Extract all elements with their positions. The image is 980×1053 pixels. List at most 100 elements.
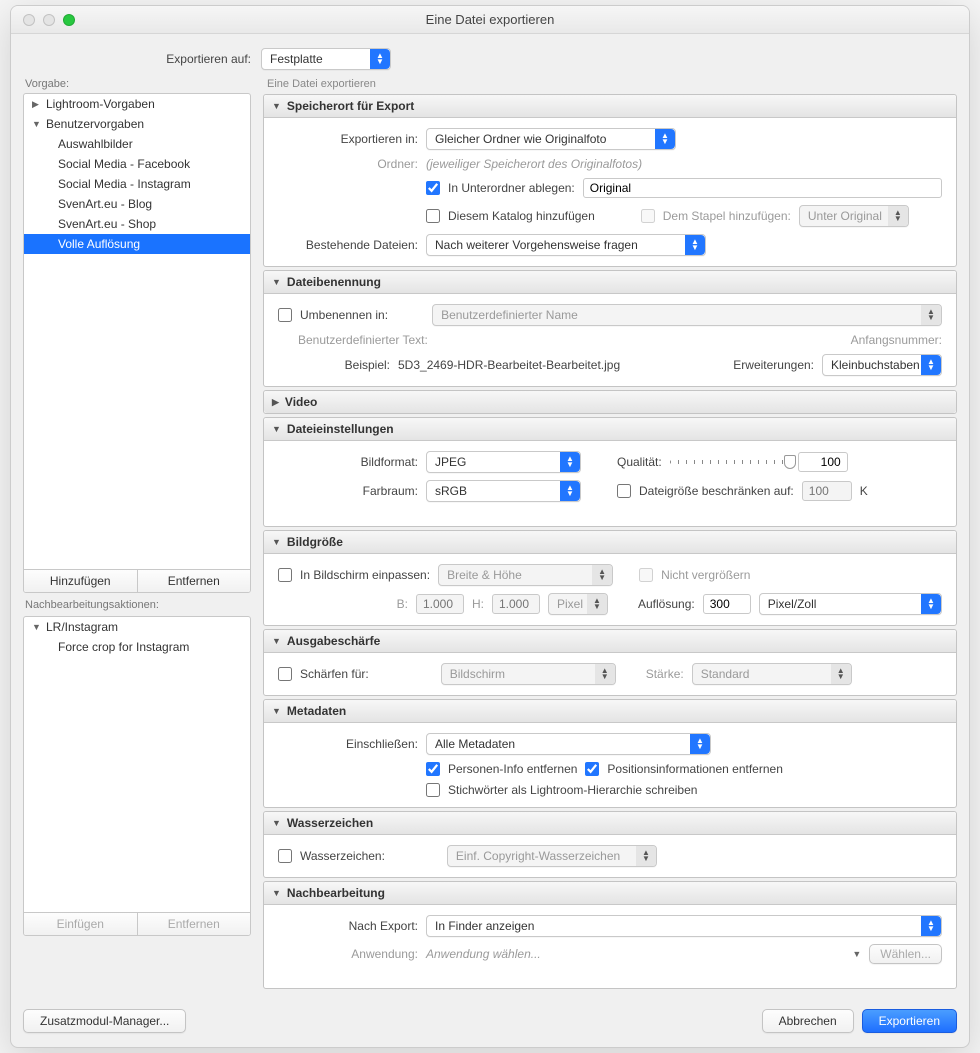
disclosure-down-icon: ▼ — [32, 622, 42, 632]
remove-location-label: Positionsinformationen entfernen — [607, 762, 782, 776]
subfolder-input[interactable] — [583, 178, 942, 198]
folder-hint: (jeweiliger Speicherort des Originalfoto… — [426, 157, 642, 171]
post-action-group[interactable]: ▼LR/Instagram — [24, 617, 250, 637]
preset-item[interactable]: Auswahlbilder — [24, 134, 250, 154]
include-select[interactable]: Alle Metadaten ▲▼ — [426, 733, 711, 755]
post-action-remove-button: Entfernen — [138, 913, 251, 935]
section-header-export-location[interactable]: ▼ Speicherort für Export — [264, 95, 956, 118]
section-output-sharpening: ▼ Ausgabeschärfe Schärfen für: Bildschir… — [263, 629, 957, 696]
rename-label: Umbenennen in: — [300, 308, 388, 322]
resolution-input[interactable] — [703, 594, 751, 614]
custom-text-label: Benutzerdefinierter Text: — [298, 333, 428, 347]
preset-item[interactable]: SvenArt.eu - Shop — [24, 214, 250, 234]
export-to-value: Festplatte — [270, 52, 323, 66]
sharpen-for-select: Bildschirm ▲▼ — [441, 663, 616, 685]
post-actions-listbox[interactable]: ▼LR/Instagram Force crop for Instagram E… — [23, 616, 251, 936]
export-in-label: Exportieren in: — [278, 132, 418, 146]
dropdown-arrows-icon: ▲▼ — [560, 452, 580, 472]
preset-item[interactable]: SvenArt.eu - Blog — [24, 194, 250, 214]
sharpen-amount-select: Standard ▲▼ — [692, 663, 852, 685]
height-input — [492, 594, 540, 614]
section-header-metadata[interactable]: ▼ Metadaten — [264, 700, 956, 723]
keyword-hierarchy-checkbox[interactable] — [426, 783, 440, 797]
post-actions-label: Nachbearbeitungsaktionen: — [25, 599, 251, 611]
folder-label: Ordner: — [278, 157, 418, 171]
cancel-button[interactable]: Abbrechen — [762, 1009, 854, 1033]
export-to-select[interactable]: Festplatte ▲▼ — [261, 48, 391, 70]
disclosure-right-icon: ▶ — [272, 397, 279, 408]
subfolder-checkbox[interactable] — [426, 181, 440, 195]
sharpen-amount-label: Stärke: — [646, 667, 684, 681]
export-in-select[interactable]: Gleicher Ordner wie Originalfoto ▲▼ — [426, 128, 676, 150]
disclosure-right-icon: ▶ — [32, 99, 42, 110]
format-select[interactable]: JPEG ▲▼ — [426, 451, 581, 473]
post-action-item[interactable]: Force crop for Instagram — [24, 637, 250, 657]
disclosure-down-icon: ▼ — [272, 101, 281, 111]
preset-remove-button[interactable]: Entfernen — [138, 570, 251, 592]
section-header-image-sizing[interactable]: ▼ Bildgröße — [264, 531, 956, 554]
section-header-file-naming[interactable]: ▼ Dateibenennung — [264, 271, 956, 294]
preset-group-lightroom[interactable]: ▶Lightroom-Vorgaben — [24, 94, 250, 114]
application-label: Anwendung: — [278, 947, 418, 961]
quality-input[interactable] — [798, 452, 848, 472]
disclosure-down-icon: ▼ — [272, 277, 281, 287]
choose-application-button[interactable]: Wählen... — [869, 944, 942, 964]
limit-size-checkbox[interactable] — [617, 484, 631, 498]
sharpen-checkbox[interactable] — [278, 667, 292, 681]
section-image-sizing: ▼ Bildgröße In Bildschirm einpassen: Bre… — [263, 530, 957, 626]
add-catalog-checkbox[interactable] — [426, 209, 440, 223]
quality-slider[interactable] — [670, 460, 790, 464]
section-header-output-sharpening[interactable]: ▼ Ausgabeschärfe — [264, 630, 956, 653]
section-export-location: ▼ Speicherort für Export Exportieren in:… — [263, 94, 957, 267]
width-label: B: — [278, 597, 408, 611]
rename-template-select: Benutzerdefinierter Name ▲▼ — [432, 304, 942, 326]
extensions-select[interactable]: Kleinbuchstaben ▲▼ — [822, 354, 942, 376]
preset-add-button[interactable]: Hinzufügen — [24, 570, 138, 592]
slider-thumb-icon[interactable] — [784, 455, 796, 469]
preset-item[interactable]: Social Media - Facebook — [24, 154, 250, 174]
preset-group-user[interactable]: ▼Benutzervorgaben — [24, 114, 250, 134]
export-to-label: Exportieren auf: — [23, 52, 251, 66]
limit-size-unit: K — [860, 484, 868, 498]
start-number-label: Anfangsnummer: — [851, 333, 942, 347]
section-file-settings: ▼ Dateieinstellungen Bildformat: JPEG ▲▼… — [263, 417, 957, 527]
dropdown-arrows-icon: ▲▼ — [655, 129, 675, 149]
preset-listbox[interactable]: ▶Lightroom-Vorgaben ▼Benutzervorgaben Au… — [23, 93, 251, 593]
application-placeholder: Anwendung wählen... — [426, 947, 842, 961]
section-metadata: ▼ Metadaten Einschließen: Alle Metadaten… — [263, 699, 957, 808]
subfolder-label: In Unterordner ablegen: — [448, 181, 575, 195]
dropdown-arrows-icon: ▲▼ — [831, 664, 851, 684]
remove-person-checkbox[interactable] — [426, 762, 440, 776]
remove-location-checkbox[interactable] — [585, 762, 599, 776]
section-header-watermark[interactable]: ▼ Wasserzeichen — [264, 812, 956, 835]
chevron-down-icon[interactable]: ▼ — [852, 949, 861, 959]
colorspace-select[interactable]: sRGB ▲▼ — [426, 480, 581, 502]
watermark-checkbox[interactable] — [278, 849, 292, 863]
rename-checkbox[interactable] — [278, 308, 292, 322]
zoom-window-icon[interactable] — [63, 14, 75, 26]
disclosure-down-icon: ▼ — [272, 706, 281, 716]
section-post-processing: ▼ Nachbearbeitung Nach Export: In Finder… — [263, 881, 957, 989]
close-window-icon[interactable] — [23, 14, 35, 26]
preset-item-selected[interactable]: Volle Auflösung — [24, 234, 250, 254]
fit-checkbox[interactable] — [278, 568, 292, 582]
export-button[interactable]: Exportieren — [862, 1009, 957, 1033]
resolution-label: Auflösung: — [638, 597, 695, 611]
limit-size-input — [802, 481, 852, 501]
existing-files-select[interactable]: Nach weiterer Vorgehensweise fragen ▲▼ — [426, 234, 706, 256]
plugin-manager-button[interactable]: Zusatzmodul-Manager... — [23, 1009, 186, 1033]
preset-item[interactable]: Social Media - Instagram — [24, 174, 250, 194]
dropdown-arrows-icon: ▲▼ — [690, 734, 710, 754]
section-header-file-settings[interactable]: ▼ Dateieinstellungen — [264, 418, 956, 441]
dropdown-arrows-icon: ▲▼ — [888, 206, 908, 226]
width-input — [416, 594, 464, 614]
minimize-window-icon[interactable] — [43, 14, 55, 26]
dropdown-arrows-icon: ▲▼ — [592, 565, 612, 585]
format-label: Bildformat: — [278, 455, 418, 469]
example-label: Beispiel: — [278, 358, 390, 372]
resolution-unit-select[interactable]: Pixel/Zoll ▲▼ — [759, 593, 942, 615]
section-header-post-processing[interactable]: ▼ Nachbearbeitung — [264, 882, 956, 905]
add-stack-checkbox — [641, 209, 655, 223]
after-export-select[interactable]: In Finder anzeigen ▲▼ — [426, 915, 942, 937]
section-header-video[interactable]: ▶ Video — [264, 391, 956, 413]
